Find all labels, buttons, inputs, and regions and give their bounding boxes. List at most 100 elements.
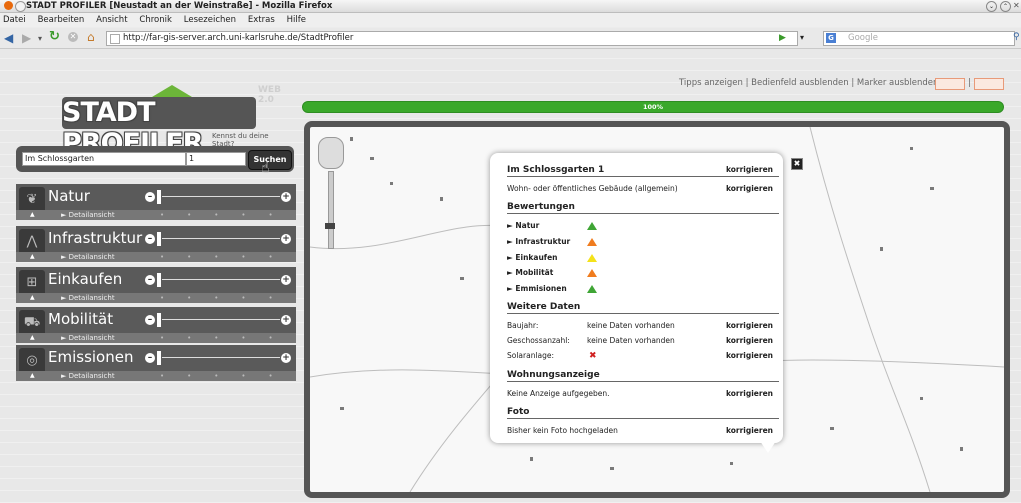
expand-arrow-icon[interactable]: ▲: [30, 371, 35, 381]
menu-extras[interactable]: Extras: [248, 13, 275, 27]
expand-arrow-icon[interactable]: ▲: [30, 210, 35, 220]
url-dropdown-icon[interactable]: ▾: [800, 32, 804, 44]
category-emissionen[interactable]: ◎ Emissionen – + ▲ ► Detailansicht •••••: [16, 345, 296, 381]
rating-indicator-icon: [587, 285, 597, 293]
detail-link[interactable]: ► Detailansicht: [61, 252, 115, 262]
pan-control[interactable]: [318, 137, 344, 169]
category-mobilitaet[interactable]: ⛟ Mobilität – + ▲ ► Detailansicht •••••: [16, 307, 296, 343]
category-natur[interactable]: ❦ Natur – + ▲ ► Detailansicht •••••: [16, 184, 296, 220]
rating-label: ► Mobilität: [507, 268, 554, 277]
stop-icon[interactable]: ✕: [68, 32, 78, 42]
slider-handle[interactable]: [157, 232, 161, 246]
zoom-control[interactable]: [318, 137, 344, 249]
slider-minus-button[interactable]: –: [145, 192, 155, 202]
slider-minus-button[interactable]: –: [145, 353, 155, 363]
minimize-icon[interactable]: ⌄: [986, 1, 997, 12]
slider-minus-button[interactable]: –: [145, 275, 155, 285]
forward-icon[interactable]: ▶: [22, 31, 31, 45]
korrigieren-link-solar[interactable]: korrigieren: [726, 351, 773, 361]
geschoss-value: keine Daten vorhanden: [587, 336, 675, 345]
more-data-heading: Weitere Daten: [507, 302, 779, 314]
house-number-input[interactable]: 1: [186, 152, 246, 166]
rating-mobilitaet[interactable]: ► Mobilität: [507, 268, 779, 278]
rating-infrastruktur[interactable]: ► Infrastruktur: [507, 237, 779, 247]
korrigieren-link-foto[interactable]: korrigieren: [726, 426, 773, 436]
ratings-heading: Bewertungen: [507, 202, 779, 214]
detail-link[interactable]: ► Detailansicht: [61, 293, 115, 303]
history-dropdown-icon[interactable]: ▾: [38, 32, 42, 46]
detail-link[interactable]: ► Detailansicht: [61, 210, 115, 220]
category-footer: ▲ ► Detailansicht •••••: [16, 371, 296, 381]
menu-chronik[interactable]: Chronik: [139, 13, 172, 27]
category-infrastruktur[interactable]: ⋀ Infrastruktur – + ▲ ► Detailansicht ••…: [16, 226, 296, 262]
geschoss-label: Geschossanzahl:: [507, 336, 570, 345]
slider-track[interactable]: [162, 196, 280, 197]
search-button[interactable]: Suchen: [248, 150, 292, 170]
slider-plus-button[interactable]: +: [281, 315, 291, 325]
rating-einkaufen[interactable]: ► Einkaufen: [507, 253, 779, 263]
expand-arrow-icon[interactable]: ▲: [30, 333, 35, 343]
map-building: [960, 447, 963, 451]
window-menu-icon[interactable]: [15, 1, 26, 12]
map-building: [910, 147, 913, 150]
slider-minus-button[interactable]: –: [145, 315, 155, 325]
street-input[interactable]: Im Schlossgarten: [22, 152, 186, 166]
expand-arrow-icon[interactable]: ▲: [30, 252, 35, 262]
close-window-icon[interactable]: ✕: [1013, 1, 1021, 10]
korrigieren-link-address[interactable]: korrigieren: [726, 165, 773, 175]
zoom-slider-handle[interactable]: [325, 223, 335, 229]
menu-ansicht[interactable]: Ansicht: [96, 13, 127, 27]
home-icon[interactable]: ⌂: [87, 30, 95, 44]
web-search-placeholder: Google: [848, 33, 878, 43]
category-footer: ▲ ► Detailansicht •••••: [16, 210, 296, 220]
url-field[interactable]: http://far-gis-server.arch.uni-karlsruhe…: [106, 31, 798, 46]
foto-heading-text: Foto: [507, 407, 530, 417]
slider-plus-button[interactable]: +: [281, 353, 291, 363]
rating-emmisionen[interactable]: ► Emmisionen: [507, 284, 779, 294]
zoom-slider-track[interactable]: [328, 171, 334, 249]
slider-track[interactable]: [162, 319, 280, 320]
wohnung-heading: Wohnungsanzeige: [507, 370, 779, 382]
slider-handle[interactable]: [157, 313, 161, 327]
url-text: http://far-gis-server.arch.uni-karlsruhe…: [123, 33, 354, 43]
go-icon[interactable]: ▶: [779, 32, 786, 45]
detail-link[interactable]: ► Detailansicht: [61, 333, 115, 343]
menu-datei[interactable]: Datei: [3, 13, 26, 27]
top-links-text[interactable]: Tipps anzeigen | Bedienfeld ausblenden |…: [679, 78, 944, 88]
maximize-icon[interactable]: ⌃: [1000, 1, 1011, 12]
category-name: Einkaufen: [48, 270, 123, 288]
map-building: [440, 197, 443, 201]
expand-arrow-icon[interactable]: ▲: [30, 293, 35, 303]
menu-bearbeiten[interactable]: Bearbeiten: [38, 13, 85, 27]
map-building: [880, 247, 883, 251]
slider-minus-button[interactable]: –: [145, 234, 155, 244]
slider-handle[interactable]: [157, 351, 161, 365]
slider-track[interactable]: [162, 357, 280, 358]
web-search-field[interactable]: G Google: [823, 31, 1015, 46]
korrigieren-link-baujahr[interactable]: korrigieren: [726, 321, 773, 331]
slider-track[interactable]: [162, 238, 280, 239]
slider-plus-button[interactable]: +: [281, 234, 291, 244]
slider-plus-button[interactable]: +: [281, 275, 291, 285]
korrigieren-link-wohnung[interactable]: korrigieren: [726, 389, 773, 399]
slider-handle[interactable]: [157, 273, 161, 287]
slider-track[interactable]: [162, 279, 280, 280]
slider-plus-button[interactable]: +: [281, 192, 291, 202]
magnifier-icon[interactable]: ⚲: [1013, 31, 1020, 43]
back-icon[interactable]: ◀: [4, 31, 13, 45]
rating-natur[interactable]: ► Natur: [507, 221, 779, 231]
stadtprofiler-logo[interactable]: STADT PROFILER WEB 2.0 Kennst du deine S…: [62, 85, 282, 159]
slider-ticks: •••••: [160, 294, 296, 302]
korrigieren-link-geschoss[interactable]: korrigieren: [726, 336, 773, 346]
google-icon[interactable]: G: [826, 33, 836, 43]
popup-close-button[interactable]: ✖: [791, 158, 803, 170]
menu-hilfe[interactable]: Hilfe: [287, 13, 306, 27]
menu-lesezeichen[interactable]: Lesezeichen: [184, 13, 236, 27]
reload-icon[interactable]: ↻: [49, 30, 60, 44]
ratings-heading-text: Bewertungen: [507, 202, 575, 212]
category-einkaufen[interactable]: ⊞ Einkaufen – + ▲ ► Detailansicht •••••: [16, 267, 296, 303]
korrigieren-link-building-type[interactable]: korrigieren: [726, 184, 773, 194]
map-building: [370, 157, 374, 160]
slider-handle[interactable]: [157, 190, 161, 204]
detail-link[interactable]: ► Detailansicht: [61, 371, 115, 381]
